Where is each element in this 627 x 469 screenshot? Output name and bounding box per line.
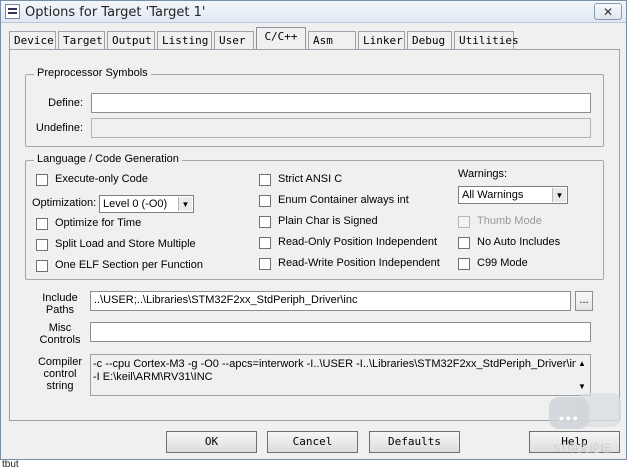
scroll-down-icon[interactable]: ▼ <box>578 380 586 393</box>
checkbox-box[interactable] <box>458 216 470 228</box>
one-elf-label: One ELF Section per Function <box>55 259 203 271</box>
optimization-select[interactable]: Level 0 (-O0) ▼ <box>99 195 194 213</box>
optimization-label: Optimization: <box>32 197 97 209</box>
status-bar: tbut <box>0 460 627 469</box>
c99-mode-label: C99 Mode <box>477 257 528 269</box>
compiler-label-line2: control <box>43 368 77 380</box>
language-group: Language / Code Generation Execute-only … <box>25 153 604 280</box>
include-label-line2: Paths <box>45 304 75 316</box>
compiler-scrollbar[interactable]: ▲ ▼ <box>576 355 590 395</box>
include-paths-input[interactable]: ..\USER;..\Libraries\STM32F2xx_StdPeriph… <box>90 291 571 311</box>
language-title: Language / Code Generation <box>34 153 182 165</box>
tab-c-cpp[interactable]: C/C++ <box>256 27 306 49</box>
split-load-label: Split Load and Store Multiple <box>55 238 196 250</box>
compiler-label-line3: string <box>46 380 74 392</box>
rw-pi-label: Read-Write Position Independent <box>278 257 440 269</box>
compiler-line2: -I E:\keil\ARM\RV31\INC <box>93 371 213 383</box>
compiler-label-line1: Compiler <box>37 356 82 368</box>
checkbox-box[interactable] <box>259 216 271 228</box>
defaults-button[interactable]: Defaults <box>369 431 460 453</box>
checkbox-box[interactable] <box>259 237 271 249</box>
title-bar: Options for Target 'Target 1' ✕ <box>1 1 626 23</box>
tab-output[interactable]: Output <box>107 31 155 49</box>
include-label-line1: Include <box>42 292 78 304</box>
undefine-label: Undefine: <box>35 122 83 134</box>
warnings-label: Warnings: <box>458 168 508 180</box>
optimize-time-label: Optimize for Time <box>55 217 142 229</box>
forum-watermark: ••• ST中文论坛 <box>541 393 625 459</box>
warnings-select[interactable]: All Warnings ▼ <box>458 186 568 204</box>
compiler-line1: -c --cpu Cortex-M3 -g -O0 --apcs=interwo… <box>93 358 584 370</box>
chevron-down-icon[interactable]: ▼ <box>552 188 566 202</box>
checkbox-box[interactable] <box>458 258 470 270</box>
checkbox-box[interactable] <box>458 237 470 249</box>
tab-target[interactable]: Target <box>58 31 105 49</box>
misc-controls-input[interactable] <box>90 322 591 342</box>
preprocessor-title: Preprocessor Symbols <box>34 67 151 79</box>
tab-utilities[interactable]: Utilities <box>454 31 519 49</box>
undefine-input[interactable] <box>91 118 591 138</box>
chevron-down-icon[interactable]: ▼ <box>178 197 192 211</box>
checkbox-box[interactable] <box>36 239 48 251</box>
checkbox-box[interactable] <box>259 195 271 207</box>
include-paths-browse-button[interactable]: ... <box>575 291 593 311</box>
options-dialog: Options for Target 'Target 1' ✕ Device T… <box>0 0 627 460</box>
compiler-control-label: Compiler control string <box>32 356 88 392</box>
plain-char-label: Plain Char is Signed <box>278 215 378 227</box>
tab-user[interactable]: User <box>214 31 254 49</box>
ok-button[interactable]: OK <box>166 431 257 453</box>
enum-container-label: Enum Container always int <box>278 194 409 206</box>
misc-label-line2: Controls <box>39 334 81 346</box>
ro-pi-label: Read-Only Position Independent <box>278 236 437 248</box>
preprocessor-group: Preprocessor Symbols Define: Undefine: <box>25 67 604 147</box>
misc-label-line1: Misc <box>48 322 72 334</box>
include-paths-label: Include Paths <box>32 292 88 316</box>
checkbox-box[interactable] <box>36 260 48 272</box>
tab-debug[interactable]: Debug <box>407 31 452 49</box>
cancel-button[interactable]: Cancel <box>267 431 358 453</box>
no-auto-includes-label: No Auto Includes <box>477 236 561 248</box>
strict-ansi-label: Strict ANSI C <box>278 173 343 185</box>
tab-device[interactable]: Device <box>9 31 56 49</box>
define-input[interactable] <box>91 93 591 113</box>
watermark-text: ST中文论坛 <box>553 443 612 455</box>
scroll-up-icon[interactable]: ▲ <box>578 357 586 370</box>
checkbox-box[interactable] <box>36 174 48 186</box>
execute-only-label: Execute-only Code <box>55 173 148 185</box>
misc-controls-label: Misc Controls <box>32 322 88 346</box>
checkbox-box[interactable] <box>36 218 48 230</box>
optimization-value: Level 0 (-O0) <box>103 198 168 210</box>
tab-listing[interactable]: Listing <box>157 31 212 49</box>
dots-icon: ••• <box>559 410 580 426</box>
warnings-value: All Warnings <box>462 189 524 201</box>
tab-asm[interactable]: Asm <box>308 31 356 49</box>
app-icon <box>5 4 20 19</box>
cpp-options-panel: Preprocessor Symbols Define: Undefine: L… <box>9 49 620 421</box>
checkbox-box[interactable] <box>259 258 271 270</box>
define-label: Define: <box>48 97 83 109</box>
thumb-mode-label: Thumb Mode <box>477 215 542 227</box>
compiler-control-string[interactable]: -c --cpu Cortex-M3 -g -O0 --apcs=interwo… <box>90 354 591 396</box>
window-title: Options for Target 'Target 1' <box>25 5 206 20</box>
tab-linker[interactable]: Linker <box>358 31 405 49</box>
close-button[interactable]: ✕ <box>594 3 622 20</box>
checkbox-box[interactable] <box>259 174 271 186</box>
